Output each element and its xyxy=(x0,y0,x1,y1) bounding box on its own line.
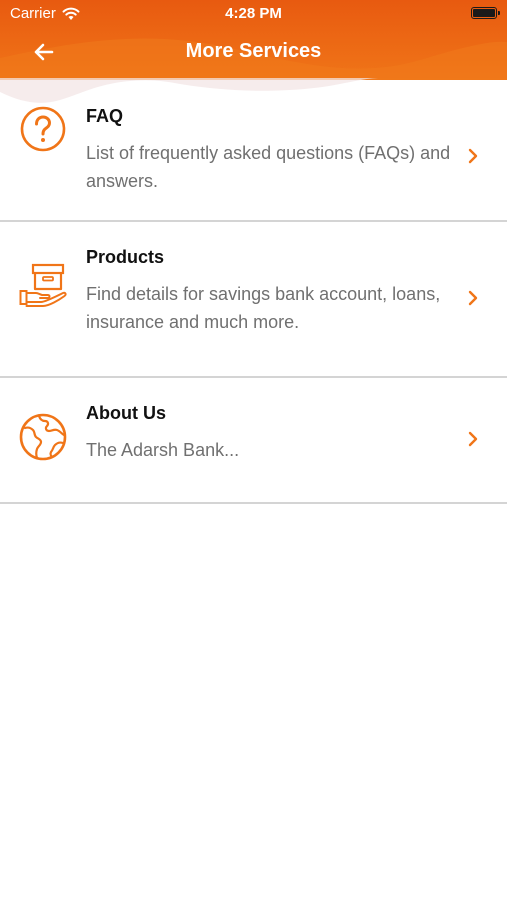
status-bar: Carrier 4:28 PM xyxy=(0,0,507,28)
app-header: Carrier 4:28 PM More Services xyxy=(0,0,507,80)
status-time: 4:28 PM xyxy=(225,5,282,22)
box-in-hand-icon xyxy=(19,263,67,307)
service-title: Products xyxy=(86,247,165,267)
service-title: About Us xyxy=(86,403,166,423)
services-list: FAQ List of frequently asked questions (… xyxy=(0,80,507,504)
service-description: Find details for savings bank account, l… xyxy=(86,284,441,332)
service-description: The Adarsh Bank... xyxy=(86,440,240,460)
service-title: FAQ xyxy=(86,106,124,126)
chevron-right-icon xyxy=(468,290,478,306)
service-item-faq[interactable]: FAQ List of frequently asked questions (… xyxy=(0,80,507,222)
page-title: More Services xyxy=(185,40,322,62)
question-circle-icon xyxy=(20,106,66,152)
service-item-about-us[interactable]: About Us The Adarsh Bank... xyxy=(0,378,507,504)
battery-icon xyxy=(471,7,500,19)
chevron-right-icon xyxy=(468,431,478,447)
service-description: List of frequently asked questions (FAQs… xyxy=(86,143,451,191)
chevron-right-icon xyxy=(468,148,478,164)
service-item-products[interactable]: Products Find details for savings bank a… xyxy=(0,222,507,378)
globe-icon xyxy=(19,413,67,461)
